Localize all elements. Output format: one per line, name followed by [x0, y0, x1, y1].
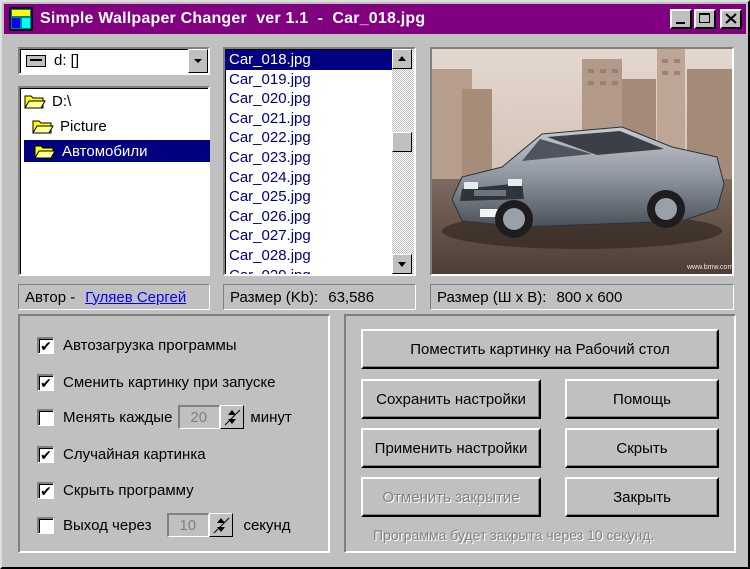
random-checkbox-row[interactable]: ✔ Случайная картинка — [37, 443, 206, 465]
spin-arrows-icon — [214, 517, 230, 534]
svg-text:www.bmw.com: www.bmw.com — [686, 264, 732, 271]
folder-open-icon — [24, 93, 46, 109]
close-window-button[interactable] — [720, 9, 742, 29]
change-every-label: Менять каждые — [63, 408, 173, 426]
change-every-checkbox-row[interactable]: Менять каждые 20 минут — [37, 405, 292, 429]
folder-tree-label: D:\ — [52, 92, 72, 110]
car-image: www.bmw.com — [432, 49, 732, 274]
file-list-item[interactable]: Car_026.jpg — [225, 207, 392, 227]
file-size-status: Размер (Kb): 63,586 — [223, 284, 416, 310]
file-list-scrollbar[interactable] — [392, 49, 414, 274]
hide-program-checkbox[interactable]: ✔ — [37, 481, 54, 499]
file-size-label: Размер (Kb): — [230, 288, 319, 306]
exit-after-checkbox[interactable] — [37, 516, 54, 534]
exit-after-seconds-field[interactable]: 10 — [167, 513, 210, 537]
autoload-checkbox-row[interactable]: ✔ Автозагрузка программы — [37, 334, 237, 356]
change-every-unit: минут — [250, 408, 292, 426]
folder-open-icon — [34, 143, 56, 159]
hide-program-checkbox-row[interactable]: ✔ Скрыть программу — [37, 479, 194, 501]
maximize-button[interactable] — [694, 9, 716, 29]
author-link[interactable]: Гуляев Сергей — [85, 289, 186, 306]
drive-dropdown-button[interactable] — [188, 49, 208, 73]
actions-panel: Поместить картинку на Рабочий стол Сохра… — [344, 314, 736, 553]
spin-arrows-icon — [225, 409, 241, 426]
image-dims-status: Размер (Ш x В): 800 x 600 — [430, 284, 734, 310]
file-size-value: 63,586 — [328, 288, 375, 306]
exit-after-unit: секунд — [243, 516, 291, 534]
folder-open-icon — [32, 118, 54, 134]
options-panel: ✔ Автозагрузка программы ✔ Сменить карти… — [18, 314, 330, 553]
close-countdown-hint: Программа будет закрыта через 10 секунд. — [373, 527, 655, 543]
exit-after-checkbox-row[interactable]: Выход через 10 секунд — [37, 513, 291, 537]
folder-tree-item[interactable]: Picture — [32, 115, 107, 137]
chevron-down-icon — [194, 59, 202, 63]
save-settings-button[interactable]: Сохранить настройки — [361, 379, 541, 419]
help-button[interactable]: Помощь — [565, 379, 719, 419]
app-window: Simple Wallpaper Changer ver 1.1 - Car_0… — [0, 0, 750, 569]
autoload-checkbox[interactable]: ✔ — [37, 336, 54, 354]
file-list-item[interactable]: Car_022.jpg — [225, 128, 392, 148]
arrow-up-icon — [398, 56, 406, 61]
title-bar[interactable]: Simple Wallpaper Changer ver 1.1 - Car_0… — [4, 4, 746, 34]
scroll-up-button[interactable] — [392, 49, 412, 69]
folder-tree-label: Автомобили — [62, 142, 148, 160]
random-checkbox[interactable]: ✔ — [37, 445, 54, 463]
folder-tree-label: Picture — [60, 117, 107, 135]
window-title: Simple Wallpaper Changer ver 1.1 - Car_0… — [40, 10, 426, 27]
folder-tree-item[interactable]: D:\ — [24, 90, 71, 112]
minimize-button[interactable] — [670, 9, 692, 29]
image-preview: www.bmw.com — [430, 47, 734, 276]
cancel-close-button[interactable]: Отменить закрытие — [361, 477, 541, 517]
change-every-spinner[interactable] — [220, 405, 245, 429]
file-list-item[interactable]: Car_025.jpg — [225, 187, 392, 207]
app-logo-icon — [8, 6, 34, 32]
autoload-label: Автозагрузка программы — [63, 336, 237, 354]
change-on-start-label: Сменить картинку при запуске — [63, 373, 276, 391]
file-list-item[interactable]: Car_018.jpg — [225, 50, 392, 70]
author-label: Автор - — [25, 288, 76, 306]
hide-program-label: Скрыть программу — [63, 481, 194, 499]
scroll-thumb[interactable] — [392, 132, 412, 152]
file-list-item[interactable]: Car_019.jpg — [225, 70, 392, 90]
set-wallpaper-button[interactable]: Поместить картинку на Рабочий стол — [361, 329, 719, 369]
folder-tree-item[interactable]: Автомобили — [24, 140, 210, 162]
drive-icon — [26, 55, 46, 67]
hide-button[interactable]: Скрыть — [565, 428, 719, 468]
file-list-item[interactable]: Car_027.jpg — [225, 226, 392, 246]
scroll-down-button[interactable] — [392, 254, 412, 274]
exit-after-label: Выход через — [63, 516, 152, 534]
arrow-down-icon — [398, 262, 406, 267]
folder-tree[interactable]: D:\ Picture Автомобили — [18, 86, 210, 276]
drive-select[interactable]: d: [] — [18, 47, 210, 75]
file-list[interactable]: Car_018.jpg Car_019.jpg Car_020.jpg Car_021… — [223, 47, 416, 276]
apply-settings-button[interactable]: Применить настройки — [361, 428, 541, 468]
close-button[interactable]: Закрыть — [565, 477, 719, 517]
exit-after-spinner[interactable] — [209, 513, 234, 537]
file-list-item[interactable]: Car_028.jpg — [225, 246, 392, 266]
file-list-item[interactable]: Car_024.jpg — [225, 168, 392, 188]
image-dims-label: Размер (Ш x В): — [437, 288, 547, 306]
author-status: Автор - Гуляев Сергей — [18, 284, 210, 310]
file-list-item[interactable]: Car_021.jpg — [225, 109, 392, 129]
change-every-checkbox[interactable] — [37, 408, 54, 426]
change-on-start-checkbox[interactable]: ✔ — [37, 373, 54, 391]
file-list-item[interactable]: Car_023.jpg — [225, 148, 392, 168]
file-list-item[interactable]: Car_020.jpg — [225, 89, 392, 109]
image-dims-value: 800 x 600 — [556, 288, 623, 306]
drive-select-value: d: [] — [54, 52, 80, 69]
random-label: Случайная картинка — [63, 445, 206, 463]
change-every-interval-field[interactable]: 20 — [178, 405, 221, 429]
file-list-item[interactable]: Car_029.jpg — [225, 266, 392, 274]
change-on-start-checkbox-row[interactable]: ✔ Сменить картинку при запуске — [37, 371, 275, 393]
